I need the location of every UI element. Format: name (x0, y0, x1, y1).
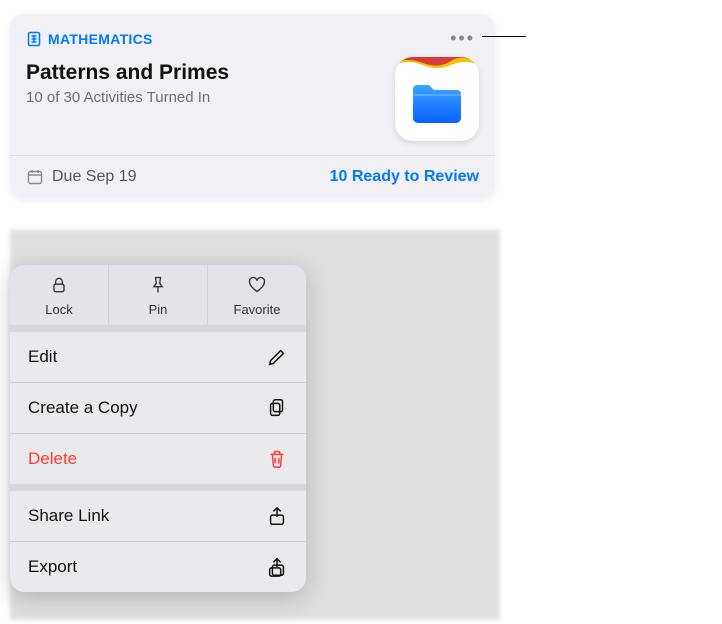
favorite-label: Favorite (208, 302, 306, 317)
app-tile (395, 57, 479, 141)
assignment-title: Patterns and Primes (26, 61, 229, 85)
pin-label: Pin (109, 302, 207, 317)
export-label: Export (28, 557, 77, 577)
pencil-icon (266, 346, 288, 368)
share-menu-item[interactable]: Share Link (10, 491, 306, 541)
subject-icon (26, 31, 42, 47)
due-row: Due Sep 19 (26, 168, 137, 186)
export-menu-item[interactable]: Export (10, 541, 306, 592)
activities-subtitle: 10 of 30 Activities Turned In (26, 89, 229, 106)
subject-row: MATHEMATICS (26, 31, 153, 47)
pin-icon (148, 275, 168, 295)
folder-icon (409, 79, 465, 127)
heart-icon (247, 275, 267, 295)
callout-line (482, 36, 526, 37)
favorite-button[interactable]: Favorite (208, 265, 306, 325)
assignment-card[interactable]: MATHEMATICS ••• Patterns and Primes 10 o… (10, 14, 495, 198)
copy-menu-item[interactable]: Create a Copy (10, 382, 306, 433)
lock-icon (49, 275, 69, 295)
calendar-icon (26, 168, 44, 186)
ribbon-decoration (395, 57, 479, 69)
due-date-label: Due Sep 19 (52, 168, 137, 186)
copy-label: Create a Copy (28, 398, 138, 418)
review-link[interactable]: 10 Ready to Review (330, 168, 479, 186)
trash-icon (266, 448, 288, 470)
delete-menu-item[interactable]: Delete (10, 433, 306, 484)
lock-button[interactable]: Lock (10, 265, 109, 325)
edit-menu-item[interactable]: Edit (10, 332, 306, 382)
context-menu: Lock Pin Favorite Edit Create a Copy Del… (10, 265, 306, 592)
lock-label: Lock (10, 302, 108, 317)
more-button[interactable]: ••• (446, 26, 479, 51)
export-icon (266, 556, 288, 578)
delete-label: Delete (28, 449, 77, 469)
share-label: Share Link (28, 506, 109, 526)
subject-label: MATHEMATICS (48, 31, 153, 47)
copy-icon (266, 397, 288, 419)
edit-label: Edit (28, 347, 57, 367)
pin-button[interactable]: Pin (109, 265, 208, 325)
share-icon (266, 505, 288, 527)
